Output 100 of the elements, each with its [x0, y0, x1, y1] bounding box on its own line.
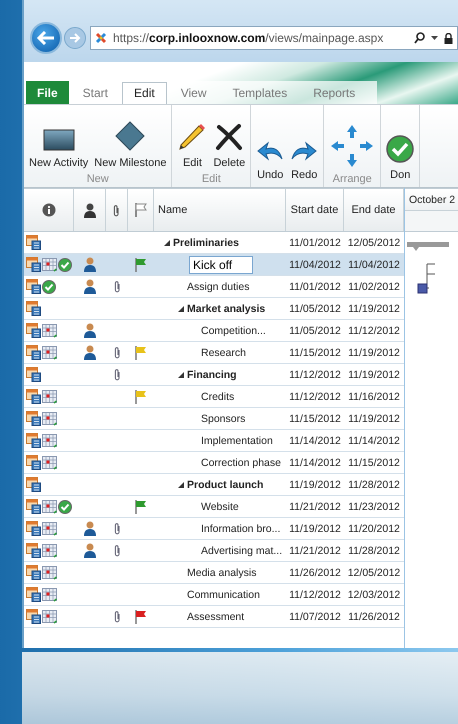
start-date: 11/14/2012 — [288, 456, 342, 470]
task-calendar-icon — [26, 279, 41, 294]
ribbon-tab[interactable]: File — [26, 81, 69, 104]
task-name: Product launch — [187, 478, 264, 490]
flag-icon — [134, 608, 148, 624]
task-row[interactable]: Market analysis 11/05/2012 11/19/2012 — [24, 298, 404, 320]
task-row[interactable]: Financing 11/12/2012 11/19/2012 — [24, 364, 404, 386]
site-icon — [95, 32, 107, 44]
task-row[interactable]: Competition... 11/05/2012 11/12/2012 — [24, 320, 404, 342]
expand-toggle[interactable] — [178, 482, 187, 488]
task-calendar-icon — [26, 367, 41, 382]
task-calendar-icon — [26, 345, 41, 360]
start-date: 11/07/2012 — [288, 610, 342, 624]
task-name: Preliminaries — [173, 236, 239, 248]
redo-icon — [290, 139, 318, 163]
task-calendar-icon — [26, 521, 41, 536]
group-label: New — [86, 173, 109, 185]
task-row[interactable]: Implementation 11/14/2012 11/14/2012 — [24, 430, 404, 452]
column-header[interactable]: Name — [154, 189, 286, 231]
ribbon-tab[interactable]: Edit — [122, 82, 167, 104]
task-row[interactable]: Sponsors 11/15/2012 11/19/2012 — [24, 408, 404, 430]
flag-icon — [134, 388, 148, 404]
task-name: Communication — [187, 588, 260, 600]
task-calendar-icon — [26, 477, 41, 492]
start-date: 11/19/2012 — [288, 522, 342, 536]
task-calendar-icon — [26, 411, 41, 426]
end-date: 12/03/2012 — [346, 588, 402, 602]
column-header[interactable]: Start date — [286, 189, 344, 231]
flag-icon — [134, 344, 148, 360]
person-icon — [84, 202, 96, 218]
start-date: 11/21/2012 — [288, 544, 342, 558]
back-button[interactable] — [30, 22, 62, 54]
task-calendar-icon — [26, 543, 41, 558]
task-row[interactable]: Credits 11/12/2012 11/16/2012 — [24, 386, 404, 408]
task-name: Competition... — [201, 324, 266, 336]
ribbon-tab[interactable]: Reports — [301, 82, 368, 104]
end-date: 11/20/2012 — [347, 522, 401, 536]
check-icon — [386, 135, 414, 163]
task-row[interactable]: Assessment 11/07/2012 11/26/2012 — [24, 606, 404, 628]
start-date: 11/12/2012 — [288, 368, 342, 382]
ribbon-button[interactable]: Redo — [287, 109, 322, 185]
expand-toggle[interactable] — [164, 240, 173, 246]
expand-toggle[interactable] — [178, 372, 187, 378]
end-date: 11/26/2012 — [347, 610, 401, 624]
task-row[interactable]: Kick off 11/04/2012 11/04/2012 — [24, 254, 404, 276]
task-row[interactable]: Assign duties 11/01/2012 11/02/2012 — [24, 276, 404, 298]
end-date: 11/28/2012 — [347, 478, 401, 492]
start-date: 11/15/2012 — [288, 346, 342, 360]
url-text: https://corp.inlooxnow.com/views/mainpage.aspx — [113, 31, 384, 45]
start-date: 11/01/2012 — [288, 236, 342, 250]
arrow-left-icon — [37, 31, 55, 45]
task-calendar-icon — [26, 455, 41, 470]
lock-icon[interactable] — [444, 32, 453, 44]
task-name: Assessment — [187, 610, 244, 622]
flag-icon — [134, 256, 148, 272]
name-input[interactable]: Kick off — [189, 256, 253, 274]
task-name: Market analysis — [187, 302, 266, 314]
start-date: 11/05/2012 — [288, 324, 342, 338]
ribbon-button[interactable]: Delete — [210, 109, 248, 173]
task-calendar-icon — [26, 433, 41, 448]
start-date: 11/01/2012 — [288, 280, 342, 294]
end-date: 11/19/2012 — [347, 302, 401, 316]
task-name: Information bro... — [201, 522, 280, 534]
cross-icon — [215, 123, 244, 151]
ribbon-tab[interactable]: Templates — [220, 82, 300, 104]
ribbon-button[interactable]: Undo — [253, 109, 288, 185]
search-icon[interactable] — [414, 32, 425, 44]
expand-toggle[interactable] — [178, 306, 187, 312]
task-row[interactable]: Media analysis 11/26/2012 12/05/2012 — [24, 562, 404, 584]
task-calendar-icon — [26, 499, 41, 514]
task-calendar-icon — [26, 323, 41, 338]
column-header[interactable]: End date — [344, 189, 404, 231]
caret-icon[interactable] — [431, 36, 438, 40]
end-date: 11/12/2012 — [347, 324, 401, 338]
task-name: Advertising mat... — [201, 544, 282, 556]
task-row[interactable]: Research 11/15/2012 11/19/2012 — [24, 342, 404, 364]
task-row[interactable]: Information bro... 11/19/2012 11/20/2012 — [24, 518, 404, 540]
activity-bar-icon — [42, 129, 75, 151]
ribbon-button[interactable]: Edit — [174, 109, 210, 173]
start-date: 11/26/2012 — [288, 566, 342, 580]
paperclip-icon — [113, 204, 120, 216]
month-label: October 2 — [409, 194, 456, 206]
ribbon-button[interactable]: New Milestone — [91, 109, 170, 173]
start-date: 11/15/2012 — [288, 412, 342, 426]
ribbon-button[interactable]: Don — [383, 109, 418, 185]
ribbon-tab[interactable]: View — [168, 82, 218, 104]
task-row[interactable]: Advertising mat... 11/21/2012 11/28/2012 — [24, 540, 404, 562]
task-row[interactable]: Communication 11/12/2012 12/03/2012 — [24, 584, 404, 606]
task-name: Implementation — [201, 434, 273, 446]
task-row[interactable]: Website 11/21/2012 11/23/2012 — [24, 496, 404, 518]
ribbon-button[interactable]: New Activity — [26, 109, 92, 173]
task-name: Research — [201, 346, 246, 358]
arrow-right-icon — [69, 33, 81, 43]
task-name: Sponsors — [201, 412, 246, 424]
ribbon-tab[interactable]: Start — [70, 82, 120, 104]
address-field[interactable]: https://corp.inlooxnow.com/views/mainpage.aspx — [90, 26, 458, 50]
task-row[interactable]: Product launch 11/19/2012 11/28/2012 — [24, 474, 404, 496]
task-row[interactable]: Correction phase 11/14/2012 11/15/2012 — [24, 452, 404, 474]
end-date: 11/02/2012 — [347, 280, 401, 294]
end-date: 11/19/2012 — [347, 368, 401, 382]
